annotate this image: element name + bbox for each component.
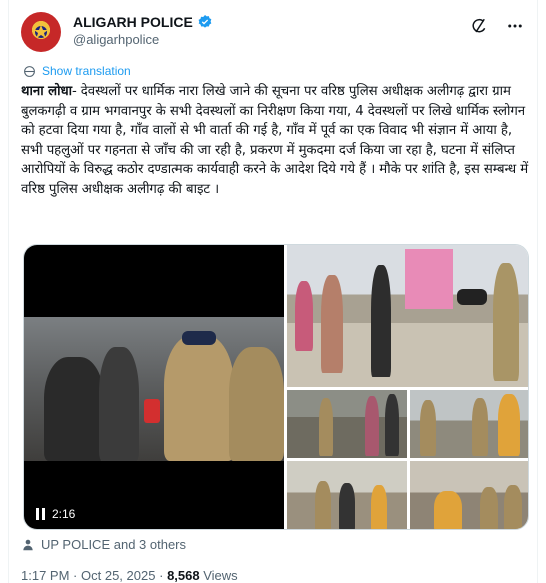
avatar[interactable] <box>21 12 61 52</box>
photo-4[interactable] <box>287 461 407 529</box>
header-actions <box>469 16 525 36</box>
more-icon[interactable] <box>505 16 525 36</box>
video-player[interactable]: 2:16 <box>24 245 284 529</box>
pause-icon[interactable] <box>36 508 46 520</box>
video-thumbnail <box>24 317 284 461</box>
video-duration: 2:16 <box>36 507 75 521</box>
tweet-date[interactable]: Oct 25, 2025 <box>81 568 155 583</box>
person-icon <box>21 538 35 552</box>
tweet-text: थाना लोधा- देवस्थलों पर धार्मिक नारा लिख… <box>21 82 533 200</box>
views-count: 8,568 <box>167 568 200 583</box>
tweet-body: - देवस्थलों पर धार्मिक नारा लिखे जाने की… <box>21 84 529 197</box>
translate-icon <box>23 65 36 78</box>
meta-separator-2: · <box>159 568 164 583</box>
show-translation-label: Show translation <box>42 64 131 78</box>
views-label: Views <box>203 568 238 583</box>
tweet-card: ALIGARH POLICE @aligarhpolice Show trans… <box>8 0 538 583</box>
show-translation-link[interactable]: Show translation <box>23 64 131 78</box>
author-name-row: ALIGARH POLICE <box>73 14 213 30</box>
tweet-time[interactable]: 1:17 PM <box>21 568 69 583</box>
liked-by[interactable]: UP POLICE and 3 others <box>21 537 186 552</box>
video-duration-text: 2:16 <box>52 507 76 521</box>
grok-icon[interactable] <box>469 16 489 36</box>
photo-1[interactable] <box>287 245 528 387</box>
author-handle[interactable]: @aligarhpolice <box>73 32 159 47</box>
photo-2[interactable] <box>287 390 407 458</box>
police-emblem-icon <box>34 25 48 38</box>
photo-5[interactable] <box>410 461 528 529</box>
author-display-name[interactable]: ALIGARH POLICE <box>73 14 193 30</box>
tweet-meta: 1:17 PM · Oct 25, 2025 · 8,568 Views <box>21 568 238 583</box>
verified-badge-icon <box>197 14 213 30</box>
media-grid: 2:16 <box>23 244 529 530</box>
meta-separator: · <box>73 568 78 583</box>
tweet-header: ALIGARH POLICE @aligarhpolice <box>21 10 525 54</box>
photo-3[interactable] <box>410 390 528 458</box>
liked-by-text: UP POLICE and 3 others <box>41 537 187 552</box>
tweet-lead-bold: थाना लोधा <box>21 84 72 99</box>
